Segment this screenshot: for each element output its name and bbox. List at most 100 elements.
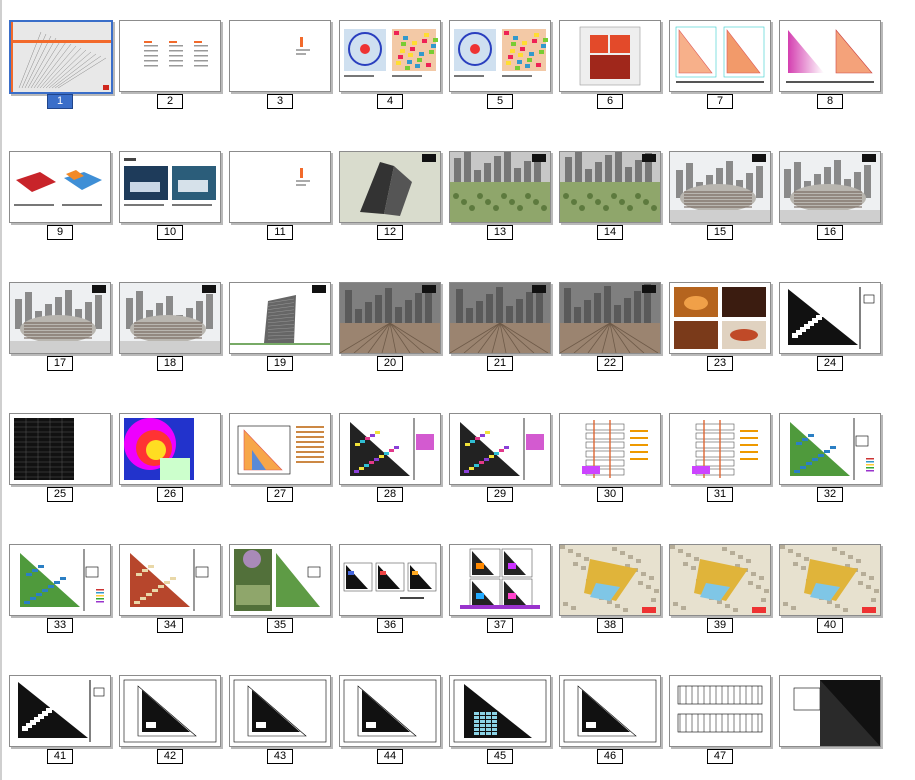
slide-thumbnail-15[interactable]: 15 bbox=[669, 151, 771, 243]
slide-thumbnail-3[interactable]: 3 bbox=[229, 20, 331, 112]
slide-preview[interactable] bbox=[229, 151, 331, 223]
slide-thumbnail-20[interactable]: 20 bbox=[339, 282, 441, 374]
slide-preview[interactable] bbox=[9, 413, 111, 485]
slide-preview[interactable] bbox=[669, 20, 771, 92]
slide-preview[interactable] bbox=[559, 413, 661, 485]
slide-thumbnail-7[interactable]: 7 bbox=[669, 20, 771, 112]
slide-thumbnail-11[interactable]: 11 bbox=[229, 151, 331, 243]
slide-preview[interactable] bbox=[779, 151, 881, 223]
slide-thumbnail-8[interactable]: 8 bbox=[779, 20, 881, 112]
slide-preview[interactable] bbox=[669, 544, 771, 616]
slide-thumbnail-2[interactable]: 2 bbox=[119, 20, 221, 112]
slide-thumbnail-5[interactable]: 5 bbox=[449, 20, 551, 112]
slide-number-label: 12 bbox=[377, 225, 403, 240]
slide-preview[interactable] bbox=[9, 544, 111, 616]
slide-thumbnail-32[interactable]: 32 bbox=[779, 413, 881, 505]
slide-thumbnail-37[interactable]: 37 bbox=[449, 544, 551, 636]
slide-preview[interactable] bbox=[339, 151, 441, 223]
slide-thumbnail-38[interactable]: 38 bbox=[559, 544, 661, 636]
slide-thumbnail-39[interactable]: 39 bbox=[669, 544, 771, 636]
slide-thumbnail-17[interactable]: 17 bbox=[9, 282, 111, 374]
slide-thumbnail-36[interactable]: 36 bbox=[339, 544, 441, 636]
slide-preview[interactable] bbox=[339, 675, 441, 747]
slide-thumbnail-9[interactable]: 9 bbox=[9, 151, 111, 243]
slide-preview[interactable] bbox=[449, 20, 551, 92]
slide-thumbnail-1[interactable]: 1 bbox=[9, 20, 113, 112]
slide-preview[interactable] bbox=[9, 151, 111, 223]
slide-thumbnail-30[interactable]: 30 bbox=[559, 413, 661, 505]
slide-thumbnail-14[interactable]: 14 bbox=[559, 151, 661, 243]
slide-thumbnail-44[interactable]: 44 bbox=[339, 675, 441, 767]
slide-thumbnail-24[interactable]: 24 bbox=[779, 282, 881, 374]
slide-thumbnail-40[interactable]: 40 bbox=[779, 544, 881, 636]
slide-preview[interactable] bbox=[119, 544, 221, 616]
slide-thumbnail-41[interactable]: 41 bbox=[9, 675, 111, 767]
slide-preview[interactable] bbox=[559, 282, 661, 354]
slide-thumbnail-35[interactable]: 35 bbox=[229, 544, 331, 636]
slide-preview[interactable] bbox=[229, 675, 331, 747]
slide-thumbnail-31[interactable]: 31 bbox=[669, 413, 771, 505]
slide-thumbnail-25[interactable]: 25 bbox=[9, 413, 111, 505]
slide-thumbnail-22[interactable]: 22 bbox=[559, 282, 661, 374]
slide-preview[interactable] bbox=[449, 675, 551, 747]
slide-preview[interactable] bbox=[119, 151, 221, 223]
slide-thumbnail-33[interactable]: 33 bbox=[9, 544, 111, 636]
slide-thumbnail-19[interactable]: 19 bbox=[229, 282, 331, 374]
slide-thumbnail-6[interactable]: 6 bbox=[559, 20, 661, 112]
slide-preview[interactable] bbox=[229, 413, 331, 485]
slide-thumbnail-47[interactable]: 47 bbox=[669, 675, 771, 767]
slide-preview[interactable] bbox=[779, 282, 881, 354]
slide-preview[interactable] bbox=[559, 544, 661, 616]
slide-preview[interactable] bbox=[229, 20, 331, 92]
slide-thumbnail-29[interactable]: 29 bbox=[449, 413, 551, 505]
slide-preview[interactable] bbox=[559, 20, 661, 92]
slide-preview[interactable] bbox=[449, 544, 551, 616]
slide-number-label: 2 bbox=[157, 94, 183, 109]
slide-thumbnail-27[interactable]: 27 bbox=[229, 413, 331, 505]
slide-preview[interactable] bbox=[779, 413, 881, 485]
slide-preview[interactable] bbox=[339, 282, 441, 354]
slide-thumbnail-18[interactable]: 18 bbox=[119, 282, 221, 374]
slide-preview[interactable] bbox=[229, 544, 331, 616]
slide-thumbnail-26[interactable]: 26 bbox=[119, 413, 221, 505]
slide-thumbnail-partial[interactable] bbox=[779, 675, 881, 767]
slide-preview[interactable] bbox=[339, 544, 441, 616]
slide-preview[interactable] bbox=[449, 282, 551, 354]
slide-thumbnail-13[interactable]: 13 bbox=[449, 151, 551, 243]
slide-preview[interactable] bbox=[669, 282, 771, 354]
slide-thumbnail-28[interactable]: 28 bbox=[339, 413, 441, 505]
slide-preview[interactable] bbox=[9, 282, 111, 354]
slide-preview[interactable] bbox=[339, 413, 441, 485]
slide-preview[interactable] bbox=[449, 413, 551, 485]
slide-thumbnail-42[interactable]: 42 bbox=[119, 675, 221, 767]
slide-preview[interactable] bbox=[779, 675, 881, 747]
slide-thumbnail-12[interactable]: 12 bbox=[339, 151, 441, 243]
slide-preview[interactable] bbox=[119, 282, 221, 354]
slide-preview[interactable] bbox=[119, 413, 221, 485]
slide-thumbnail-16[interactable]: 16 bbox=[779, 151, 881, 243]
slide-thumbnail-34[interactable]: 34 bbox=[119, 544, 221, 636]
slide-thumbnail-45[interactable]: 45 bbox=[449, 675, 551, 767]
slide-thumbnail-46[interactable]: 46 bbox=[559, 675, 661, 767]
slide-thumbnail-23[interactable]: 23 bbox=[669, 282, 771, 374]
slide-preview[interactable] bbox=[559, 151, 661, 223]
slide-thumbnail-21[interactable]: 21 bbox=[449, 282, 551, 374]
slide-preview[interactable] bbox=[119, 20, 221, 92]
slide-preview[interactable] bbox=[559, 675, 661, 747]
slide-number-label: 44 bbox=[377, 749, 403, 764]
slide-preview[interactable] bbox=[229, 282, 331, 354]
slide-preview[interactable] bbox=[779, 20, 881, 92]
slide-preview[interactable] bbox=[779, 544, 881, 616]
slide-thumbnail-10[interactable]: 10 bbox=[119, 151, 221, 243]
slide-preview[interactable] bbox=[119, 675, 221, 747]
slide-thumbnail-43[interactable]: 43 bbox=[229, 675, 331, 767]
slide-number-label: 1 bbox=[47, 94, 73, 109]
slide-preview[interactable] bbox=[449, 151, 551, 223]
slide-preview[interactable] bbox=[669, 675, 771, 747]
slide-thumbnail-4[interactable]: 4 bbox=[339, 20, 441, 112]
slide-preview[interactable] bbox=[9, 20, 113, 94]
slide-preview[interactable] bbox=[339, 20, 441, 92]
slide-preview[interactable] bbox=[669, 413, 771, 485]
slide-preview[interactable] bbox=[9, 675, 111, 747]
slide-preview[interactable] bbox=[669, 151, 771, 223]
